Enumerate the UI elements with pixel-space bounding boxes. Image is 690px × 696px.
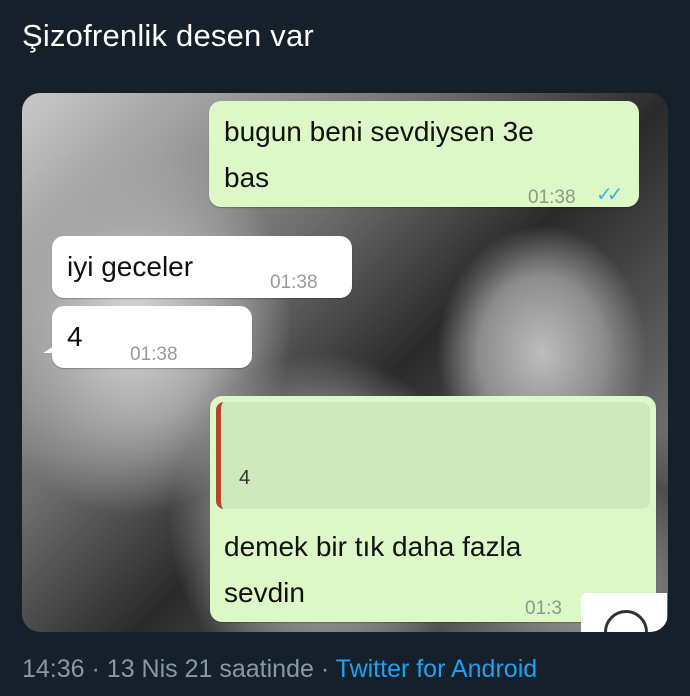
meta-separator: · [91,655,100,683]
tweet-text: Şizofrenlik desen var [22,18,314,53]
message-line: sevdin [224,577,305,608]
quoted-reply[interactable]: 4 [216,402,650,509]
incoming-message-1: iyi geceler 01:38 [52,236,352,298]
message-time: 01:38 [270,272,318,293]
incoming-message-2: 4 01:38 [52,306,252,368]
message-time: 01:3 [525,598,562,619]
tweet-date: 13 Nis 21 saatinde [106,655,314,683]
tweet-time: 14:36 [22,655,85,683]
message-text: 4 [67,321,83,352]
tweet-meta: 14:36 · 13 Nis 21 saatinde · Twitter for… [22,655,537,684]
quoted-text: 4 [239,467,251,489]
meta-separator: · [320,655,330,683]
tweet-source-link[interactable]: Twitter for Android [336,655,537,683]
outgoing-message-1: bugun beni sevdiysen 3e bas 01:38 ✓✓ [209,101,639,208]
outgoing-message-2: 4 demek bir tık daha fazla sevdin 01:3 [210,396,656,622]
message-text: iyi geceler [67,251,194,282]
scroll-down-button[interactable] [581,593,667,632]
message-time: 01:38 [130,344,178,365]
double-check-icon: ✓✓ [596,184,623,206]
message-line: bas [224,162,270,193]
tweet-media-image[interactable]: bugun beni sevdiysen 3e bas 01:38 ✓✓ iyi… [22,93,668,632]
circle-icon [604,610,648,632]
message-line: demek bir tık daha fazla [224,531,522,562]
message-time: 01:38 [528,187,576,208]
message-line: bugun beni sevdiysen 3e [224,116,534,147]
